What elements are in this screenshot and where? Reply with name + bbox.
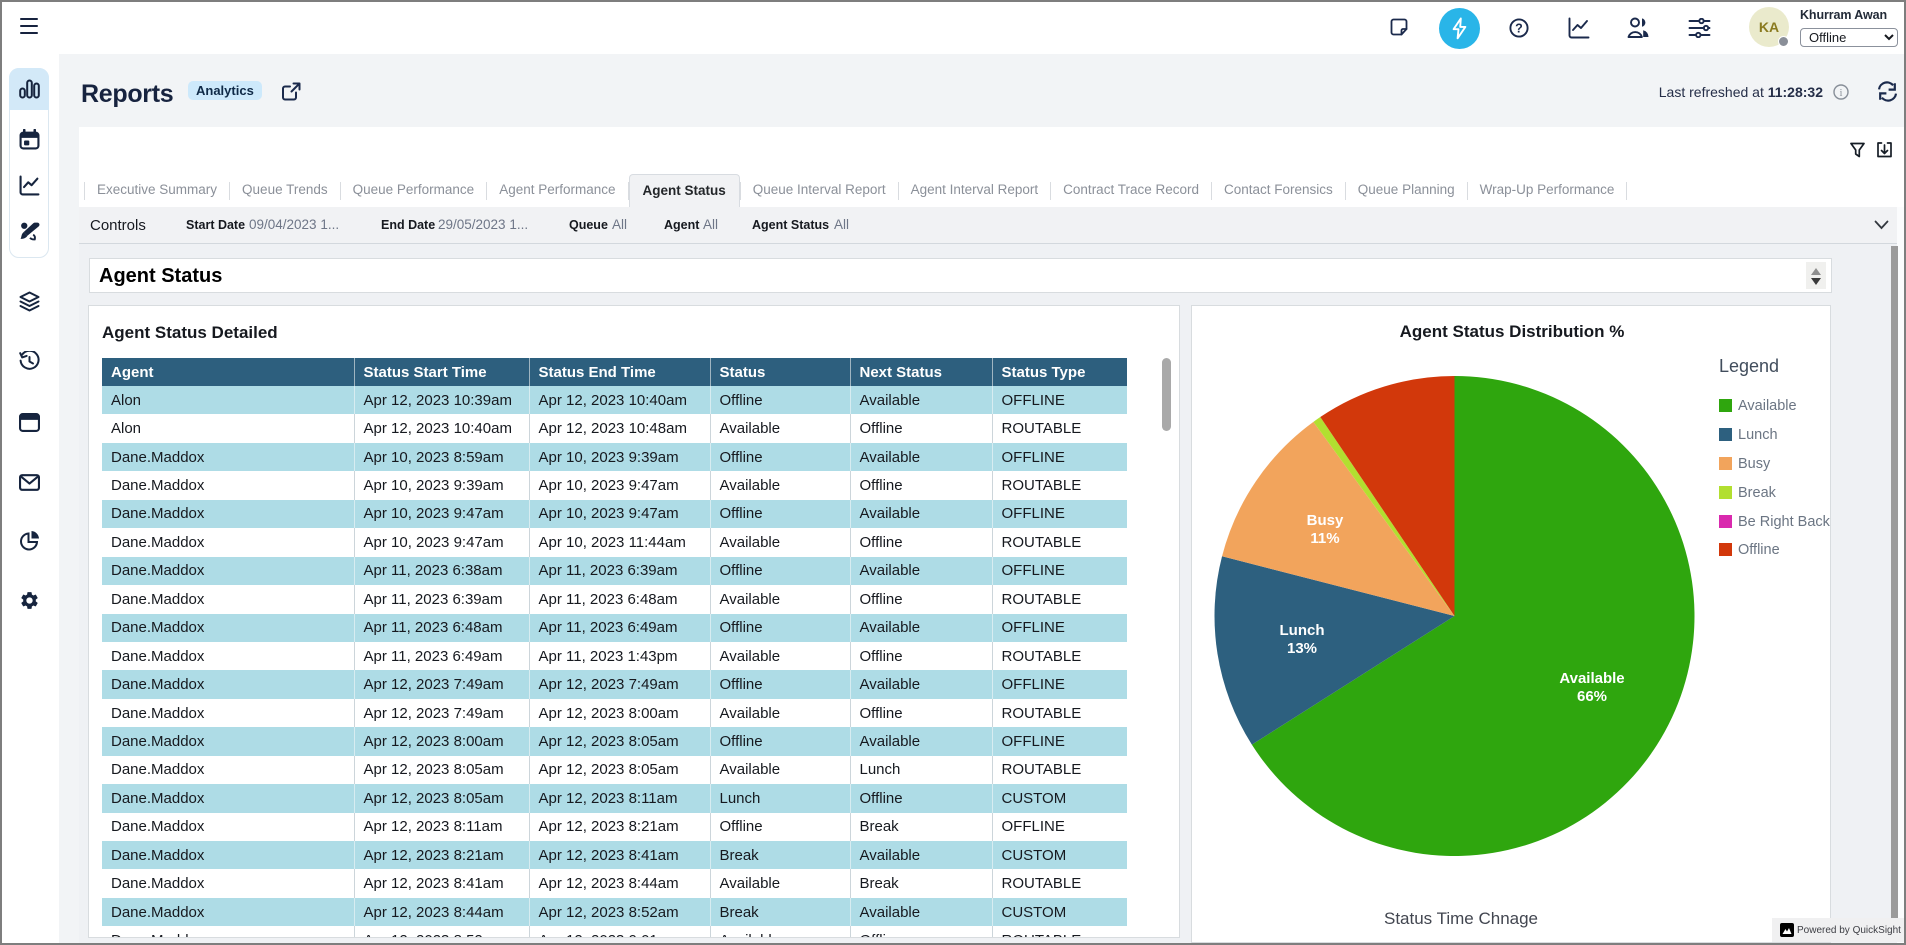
- svg-text:?: ?: [1515, 21, 1523, 35]
- svg-text:i: i: [1840, 88, 1843, 99]
